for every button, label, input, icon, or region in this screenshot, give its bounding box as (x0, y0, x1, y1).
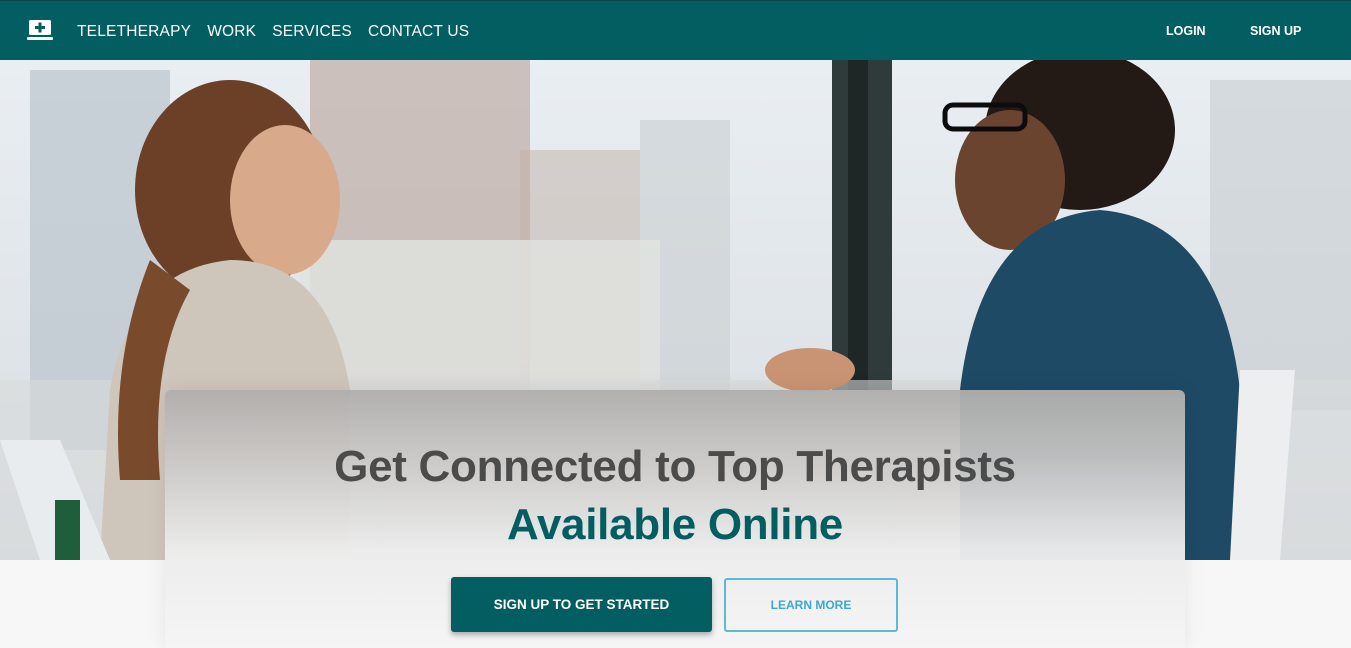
nav-link-services[interactable]: SERVICES (272, 23, 352, 41)
nav-link-contact-us[interactable]: CONTACT US (368, 23, 469, 41)
hero-cta-panel: Get Connected to Top Therapists Availabl… (165, 390, 1185, 648)
learn-more-button[interactable]: LEARN MORE (724, 578, 898, 632)
telehealth-monitor-icon[interactable] (27, 18, 53, 42)
hero-subheadline: Available Online (507, 500, 843, 549)
login-link[interactable]: LOGIN (1166, 24, 1206, 38)
hero-headline: Get Connected to Top Therapists (334, 442, 1016, 491)
nav-links: TELETHERAPY WORK SERVICES CONTACT US (77, 23, 485, 41)
nav-link-teletherapy[interactable]: TELETHERAPY (77, 23, 191, 41)
top-navbar: TELETHERAPY WORK SERVICES CONTACT US LOG… (0, 0, 1351, 60)
signup-get-started-button[interactable]: SIGN UP TO GET STARTED (451, 577, 712, 632)
nav-link-work[interactable]: WORK (207, 23, 256, 41)
signup-link[interactable]: SIGN UP (1250, 24, 1301, 38)
